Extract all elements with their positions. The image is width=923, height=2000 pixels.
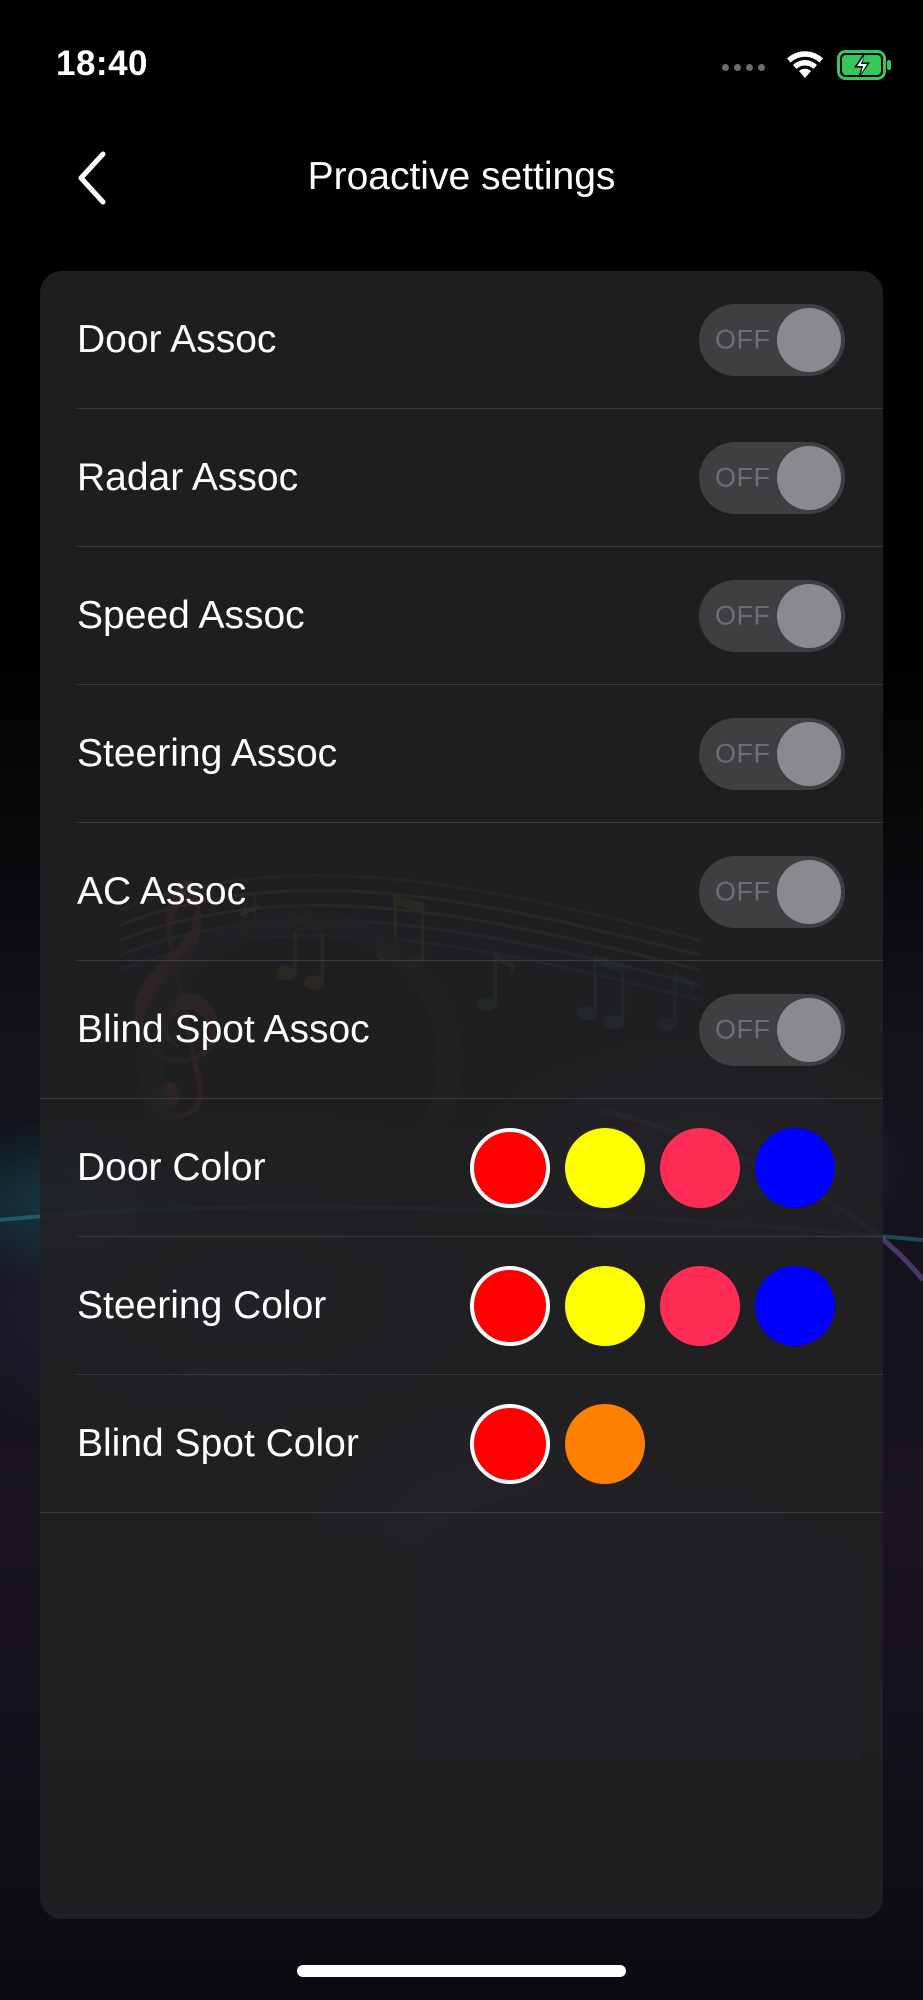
toggle-knob <box>777 584 841 648</box>
wifi-icon <box>787 51 823 84</box>
door-assoc-toggle[interactable]: OFF <box>699 304 845 376</box>
setting-row-steering-assoc: Steering Assoc OFF <box>40 685 883 823</box>
home-indicator[interactable] <box>297 1965 626 1977</box>
toggle-state-text: OFF <box>715 462 771 493</box>
toggle-knob <box>777 308 841 372</box>
toggle-state-text: OFF <box>715 324 771 355</box>
blind-spot-assoc-toggle[interactable]: OFF <box>699 994 845 1066</box>
status-icons <box>722 50 893 85</box>
setting-label: Speed Assoc <box>77 594 305 637</box>
color-swatch-group <box>470 1128 835 1208</box>
color-swatch[interactable] <box>755 1128 835 1208</box>
setting-label: Blind Spot Assoc <box>77 1008 370 1051</box>
color-swatch[interactable] <box>565 1266 645 1346</box>
settings-card: Door Assoc OFF Radar Assoc OFF Speed Ass… <box>40 271 883 1919</box>
battery-charging-icon <box>837 50 893 85</box>
speed-assoc-toggle[interactable]: OFF <box>699 580 845 652</box>
color-swatch[interactable] <box>660 1266 740 1346</box>
color-swatch-group <box>470 1266 835 1346</box>
color-swatch[interactable] <box>565 1128 645 1208</box>
toggle-state-text: OFF <box>715 738 771 769</box>
toggle-state-text: OFF <box>715 600 771 631</box>
setting-label: Steering Color <box>77 1284 327 1327</box>
steering-assoc-toggle[interactable]: OFF <box>699 718 845 790</box>
signal-dots-icon <box>722 64 765 71</box>
setting-row-radar-assoc: Radar Assoc OFF <box>40 409 883 547</box>
color-swatch[interactable] <box>470 1266 550 1346</box>
color-swatch[interactable] <box>470 1404 550 1484</box>
setting-label: Steering Assoc <box>77 732 338 775</box>
toggle-knob <box>777 722 841 786</box>
ac-assoc-toggle[interactable]: OFF <box>699 856 845 928</box>
color-row-blind-spot: Blind Spot Color <box>40 1375 883 1513</box>
color-swatch-group <box>470 1404 645 1484</box>
color-row-door: Door Color <box>40 1099 883 1237</box>
toggle-knob <box>777 998 841 1062</box>
setting-row-speed-assoc: Speed Assoc OFF <box>40 547 883 685</box>
setting-label: Blind Spot Color <box>77 1422 359 1465</box>
color-swatch[interactable] <box>470 1128 550 1208</box>
color-swatch[interactable] <box>565 1404 645 1484</box>
toggle-state-text: OFF <box>715 876 771 907</box>
color-swatch[interactable] <box>660 1128 740 1208</box>
setting-row-ac-assoc: AC Assoc OFF <box>40 823 883 961</box>
toggle-state-text: OFF <box>715 1014 771 1045</box>
divider <box>40 1512 883 1513</box>
status-time: 18:40 <box>56 44 149 83</box>
setting-label: Door Assoc <box>77 318 277 361</box>
setting-label: Radar Assoc <box>77 456 299 499</box>
radar-assoc-toggle[interactable]: OFF <box>699 442 845 514</box>
setting-row-blind-spot-assoc: Blind Spot Assoc OFF <box>40 961 883 1099</box>
setting-row-door-assoc: Door Assoc OFF <box>40 271 883 409</box>
color-row-steering: Steering Color <box>40 1237 883 1375</box>
color-swatch[interactable] <box>755 1266 835 1346</box>
setting-label: Door Color <box>77 1146 266 1189</box>
setting-label: AC Assoc <box>77 870 247 913</box>
toggle-knob <box>777 446 841 510</box>
page-title: Proactive settings <box>307 155 616 198</box>
toggle-knob <box>777 860 841 924</box>
